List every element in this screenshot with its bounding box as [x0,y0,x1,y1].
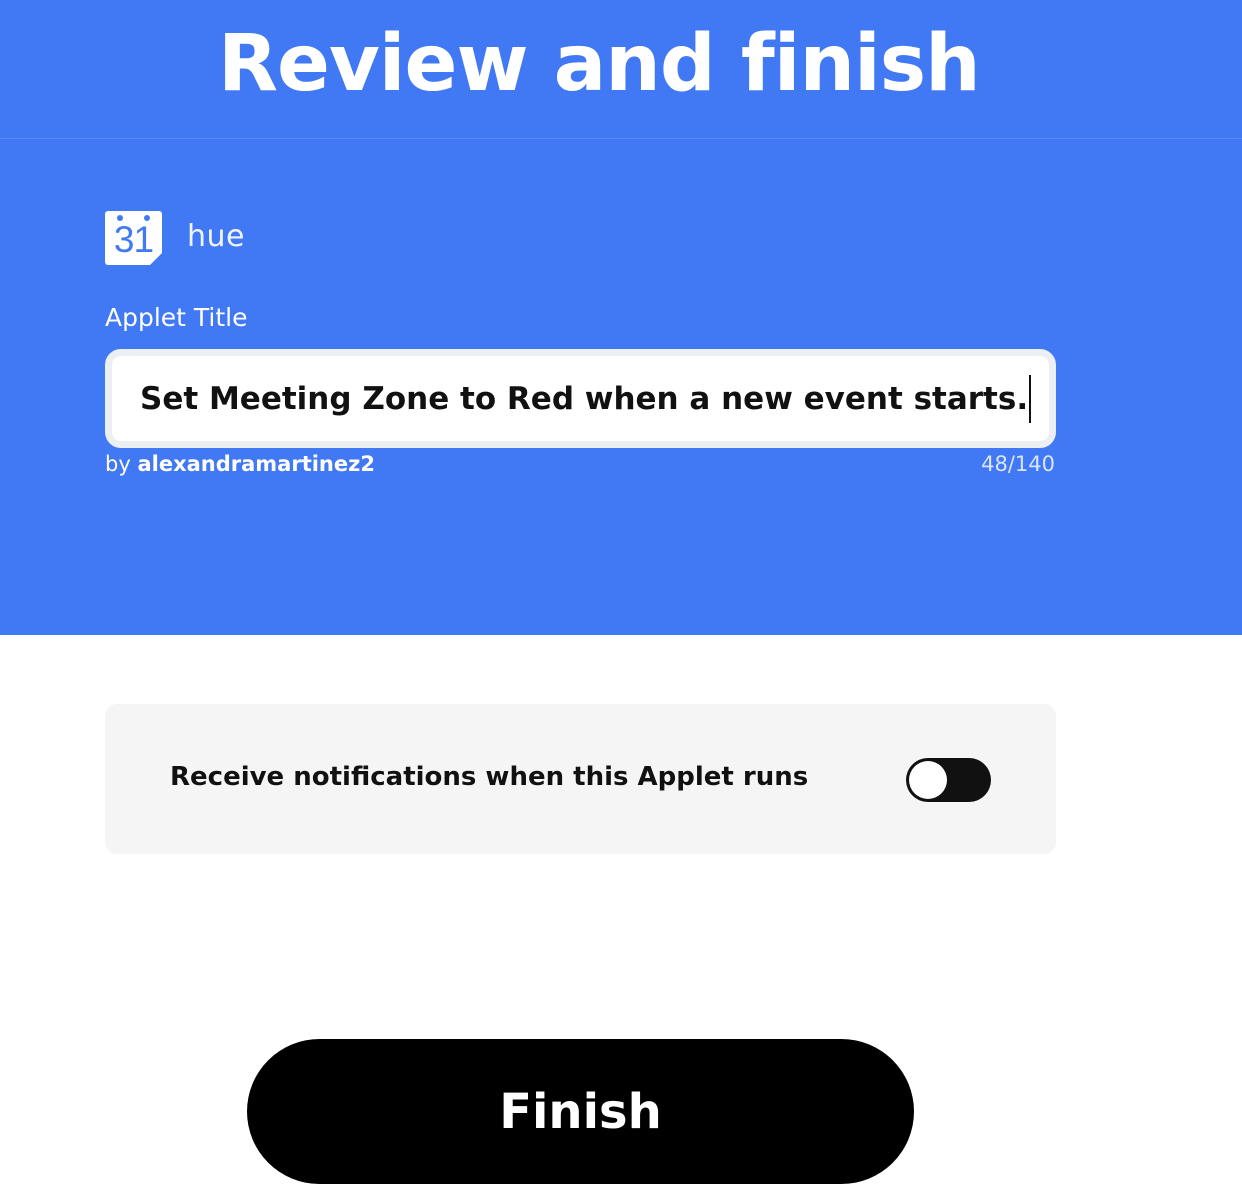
character-count: 48/140 [981,452,1055,476]
applet-title-label: Applet Title [105,303,248,332]
header-divider [0,138,1242,139]
finish-button[interactable]: Finish [247,1039,914,1184]
service-icons: 31 hue [105,211,245,265]
hue-logo-icon: hue [187,218,245,254]
google-calendar-icon: 31 [105,211,162,265]
page-title: Review and finish [218,19,981,109]
notifications-toggle[interactable] [906,758,991,802]
author-prefix: by [105,452,131,476]
applet-title-input[interactable]: Set Meeting Zone to Red when a new event… [105,349,1056,448]
toggle-knob [909,761,947,799]
applet-title-value[interactable]: Set Meeting Zone to Red when a new event… [140,381,1028,417]
author-line: by alexandramartinez2 [105,452,375,476]
author-name: alexandramartinez2 [137,452,375,476]
header-section: Review and finish 31 hue Applet Title Se… [0,0,1242,635]
notifications-label: Receive notifications when this Applet r… [170,762,809,792]
notifications-card: Receive notifications when this Applet r… [105,704,1056,854]
text-caret [1029,374,1032,423]
